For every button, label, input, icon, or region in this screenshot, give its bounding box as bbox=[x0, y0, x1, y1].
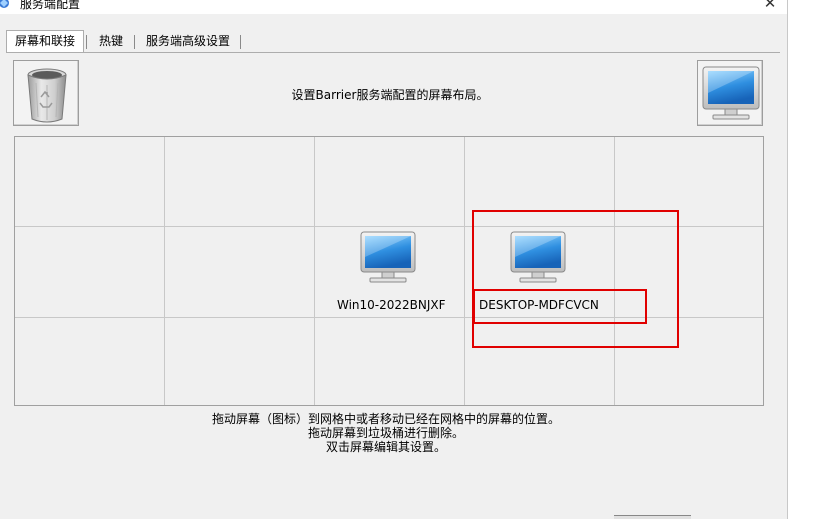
tab-screens-and-links[interactable]: 屏幕和联接 bbox=[6, 30, 84, 52]
dialog-button-edge[interactable] bbox=[614, 515, 691, 519]
title-bar: 服务端配置 ✕ bbox=[0, 0, 787, 14]
instruction-line: 拖动屏幕到垃圾桶进行删除。 bbox=[307, 426, 464, 440]
layout-instruction: 设置Barrier服务端配置的屏幕布局。 bbox=[291, 88, 489, 102]
window-title: 服务端配置 bbox=[20, 0, 81, 11]
annotation-highlight-box bbox=[472, 210, 679, 348]
grid-column-divider bbox=[464, 137, 465, 405]
tab-separator bbox=[134, 35, 135, 49]
screen-name-label: Win10-2022BNJXF bbox=[337, 298, 446, 312]
tab-hotkeys[interactable]: 热键 bbox=[92, 31, 130, 52]
annotation-highlight-box bbox=[473, 289, 647, 324]
instruction-line: 双击屏幕编辑其设置。 bbox=[325, 440, 446, 454]
grid-instructions: 拖动屏幕（图标）到网格中或者移动已经在网格中的屏幕的位置。 拖动屏幕到垃圾桶进行… bbox=[100, 412, 672, 454]
barrier-app-icon bbox=[0, 0, 11, 10]
tab-separator bbox=[86, 35, 87, 49]
server-config-dialog: 服务端配置 ✕ 屏幕和联接 热键 服务端高级设置 设置Barrier服务端配置的… bbox=[0, 0, 788, 519]
grid-column-divider bbox=[164, 137, 165, 405]
monitor-icon bbox=[360, 231, 416, 287]
new-screen-button[interactable] bbox=[697, 60, 763, 126]
tab-separator bbox=[240, 35, 241, 49]
grid-column-divider bbox=[314, 137, 315, 405]
tab-advanced-server-settings[interactable]: 服务端高级设置 bbox=[142, 31, 234, 52]
instruction-line: 拖动屏幕（图标）到网格中或者移动已经在网格中的屏幕的位置。 bbox=[211, 412, 560, 426]
trash-button[interactable] bbox=[13, 60, 79, 126]
close-icon[interactable]: ✕ bbox=[760, 0, 780, 14]
